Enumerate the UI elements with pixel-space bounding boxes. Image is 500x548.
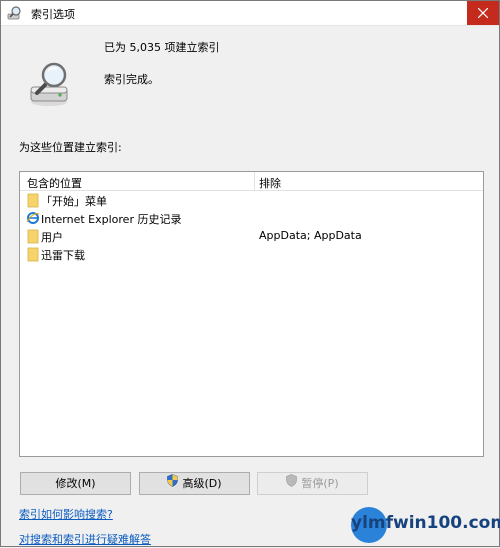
- advanced-button-label: 高级(D): [182, 477, 222, 490]
- location-name: 「开始」菜单: [41, 195, 107, 208]
- locations-heading: 为这些位置建立索引:: [19, 141, 122, 154]
- location-name: Internet Explorer 历史记录: [41, 213, 182, 226]
- close-icon: [478, 8, 488, 18]
- troubleshoot-search-link[interactable]: 对搜索和索引进行疑难解答: [19, 531, 151, 547]
- list-item[interactable]: 用户 AppData; AppData: [20, 227, 483, 245]
- location-exclude: AppData; AppData: [259, 229, 362, 242]
- advanced-button[interactable]: 高级(D): [139, 472, 250, 495]
- list-item[interactable]: 「开始」菜单: [20, 191, 483, 209]
- site-watermark: ylmfwin100.com: [351, 499, 500, 548]
- list-item[interactable]: 迅雷下载: [20, 245, 483, 263]
- modify-button[interactable]: 修改(M): [20, 472, 131, 495]
- list-item[interactable]: Internet Explorer 历史记录: [20, 209, 483, 227]
- location-name: 用户: [41, 231, 63, 244]
- pause-button-label: 暂停(P): [301, 477, 339, 490]
- folder-icon: [26, 228, 40, 244]
- column-header-exclude[interactable]: 排除: [259, 175, 281, 191]
- watermark-text: ylmfwin100.com: [351, 513, 500, 533]
- indexed-count-text: 已为 5,035 项建立索引: [104, 41, 220, 54]
- indexing-options-window: 索引选项 已为 5,035 项建立索引 索引完成。 为这些位置建立索引: 包含的…: [0, 0, 500, 547]
- modify-button-label: 修改(M): [55, 477, 96, 490]
- index-status-text: 索引完成。: [104, 73, 159, 86]
- close-button[interactable]: [467, 1, 499, 25]
- pause-button[interactable]: 暂停(P): [257, 472, 368, 495]
- uac-shield-icon: [167, 473, 179, 494]
- indexed-locations-list[interactable]: 包含的位置 排除 「开始」菜单 Internet Explorer 历史记录 用…: [19, 171, 484, 457]
- uac-shield-icon: [286, 473, 298, 494]
- title-bar: 索引选项: [1, 1, 499, 26]
- window-title: 索引选项: [31, 8, 75, 21]
- column-header-included[interactable]: 包含的位置: [27, 175, 82, 191]
- ie-icon: [26, 210, 40, 226]
- search-indexing-icon: [7, 5, 23, 21]
- column-divider[interactable]: [254, 172, 255, 190]
- location-name: 迅雷下载: [41, 249, 85, 262]
- folder-icon: [26, 192, 40, 208]
- folder-icon: [26, 246, 40, 262]
- how-index-affects-search-link[interactable]: 索引如何影响搜索?: [19, 506, 113, 522]
- index-drive-magnifier-icon: [27, 61, 77, 111]
- list-header: 包含的位置 排除: [20, 172, 483, 191]
